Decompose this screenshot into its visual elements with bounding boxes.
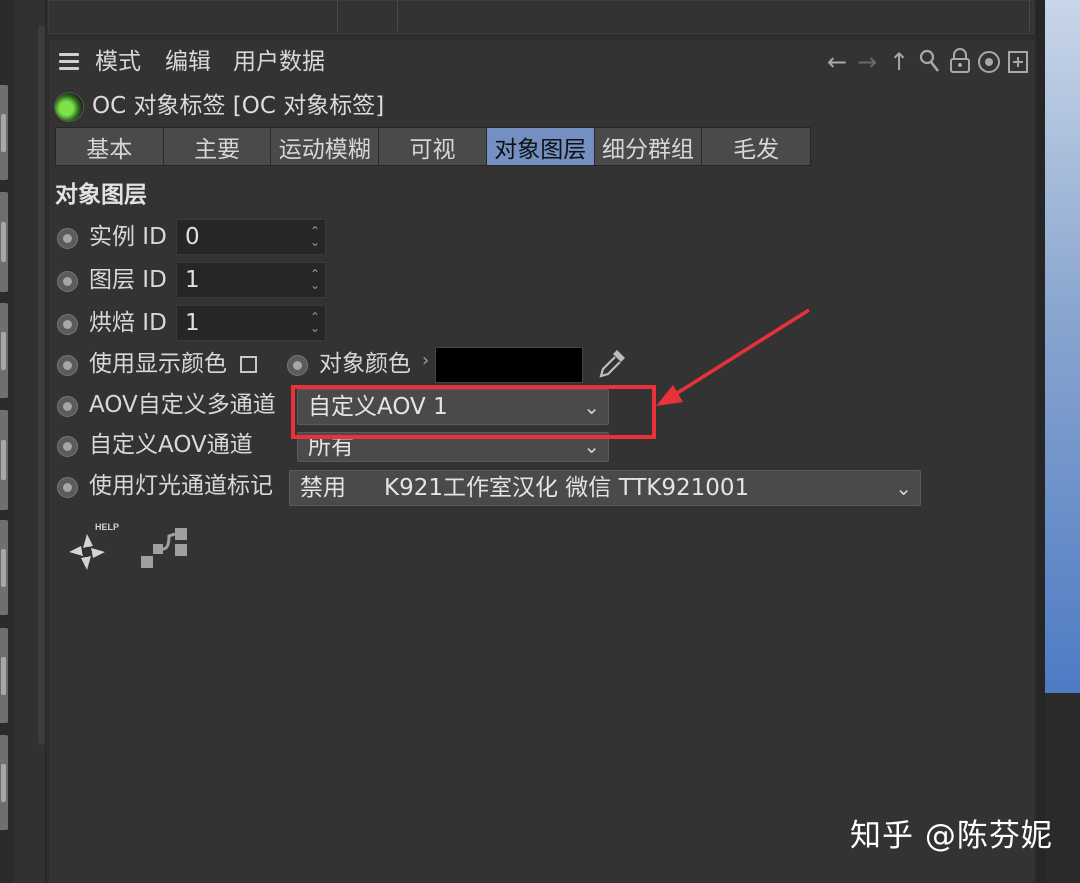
column-divider xyxy=(397,1,398,31)
chevron-down-icon: ⌄ xyxy=(895,476,912,500)
spinner-arrows-icon[interactable]: ⌃ ⌄ xyxy=(310,225,320,248)
add-panel-icon[interactable] xyxy=(1007,50,1029,74)
aov-custom-label: AOV自定义多通道 xyxy=(89,392,276,418)
thumbnail[interactable] xyxy=(0,192,8,292)
section-title: 对象图层 xyxy=(55,182,147,208)
arrow-left-icon[interactable]: ← xyxy=(827,49,847,75)
bake-id-label: 烘焙 ID xyxy=(89,310,167,336)
octane-help-icon[interactable]: HELP xyxy=(63,520,127,574)
light-pass-note: K921工作室汉化 微信 TTK921001 xyxy=(384,475,750,501)
arrow-up-icon[interactable]: ↑ xyxy=(889,49,909,75)
tab-hair[interactable]: 毛发 xyxy=(702,128,810,165)
thumbnail[interactable] xyxy=(0,520,8,615)
highlight-box xyxy=(291,385,656,439)
light-pass-label: 使用灯光通道标记 xyxy=(89,473,273,499)
layer-id-animate-radio[interactable] xyxy=(57,271,78,292)
menu-mode[interactable]: 模式 xyxy=(95,47,141,77)
thumbnail[interactable] xyxy=(0,628,8,723)
use-display-color-checkbox[interactable] xyxy=(240,356,257,373)
octane-tag-icon xyxy=(54,92,84,122)
tab-object-layer[interactable]: 对象图层 xyxy=(486,128,595,165)
object-color-label: 对象颜色 xyxy=(319,351,411,377)
viewport-preview xyxy=(1045,0,1080,693)
help-badge: HELP xyxy=(95,522,119,532)
light-pass-value: 禁用 xyxy=(300,475,346,501)
bake-id-field[interactable]: 1 ⌃ ⌄ xyxy=(176,305,326,341)
layer-id-label: 图层 ID xyxy=(89,267,167,293)
target-icon[interactable] xyxy=(977,50,1001,74)
left-panel-edge xyxy=(14,0,46,883)
menu-bar: 模式 编辑 用户数据 ← → ↑ xyxy=(49,40,1035,84)
custom-aov-channel-animate-radio[interactable] xyxy=(57,436,78,457)
bake-id-value: 1 xyxy=(185,310,200,336)
object-manager-panel xyxy=(48,0,1034,34)
tab-subdivision-group[interactable]: 细分群组 xyxy=(595,128,703,165)
spinner-arrows-icon[interactable]: ⌃ ⌄ xyxy=(310,268,320,291)
watermark: 知乎 @陈芬妮 xyxy=(850,818,1053,854)
left-thumbnail-strip xyxy=(0,0,14,883)
object-color-swatch[interactable] xyxy=(435,347,583,383)
use-display-color-label: 使用显示颜色 xyxy=(89,351,227,377)
attribute-manager: 模式 编辑 用户数据 ← → ↑ OC 对象标签 [OC 对象标签] 基本 主要… xyxy=(48,40,1034,883)
menu-user-data[interactable]: 用户数据 xyxy=(233,47,325,77)
eyedropper-icon[interactable] xyxy=(595,346,629,380)
light-pass-dropdown[interactable]: 禁用 K921工作室汉化 微信 TTK921001 ⌄ xyxy=(289,470,921,506)
tab-main[interactable]: 主要 xyxy=(164,128,272,165)
layer-id-field[interactable]: 1 ⌃ ⌄ xyxy=(176,262,326,298)
thumbnail[interactable] xyxy=(0,735,8,830)
hamburger-icon[interactable] xyxy=(59,53,79,70)
vertical-scrollbar[interactable] xyxy=(38,25,45,745)
light-pass-animate-radio[interactable] xyxy=(57,477,78,498)
tab-basic[interactable]: 基本 xyxy=(56,128,164,165)
tab-visibility[interactable]: 可视 xyxy=(379,128,487,165)
layer-id-value: 1 xyxy=(185,267,200,293)
thumbnail[interactable] xyxy=(0,410,8,510)
bake-id-animate-radio[interactable] xyxy=(57,314,78,335)
instance-id-field[interactable]: 0 ⌃ ⌄ xyxy=(176,219,326,255)
lock-icon[interactable] xyxy=(949,48,971,74)
instance-id-label: 实例 ID xyxy=(89,224,167,250)
instance-id-animate-radio[interactable] xyxy=(57,228,78,249)
column-divider xyxy=(1029,1,1030,31)
node-editor-icon[interactable] xyxy=(141,526,191,572)
arrow-right-icon[interactable]: → xyxy=(857,49,877,75)
column-divider xyxy=(337,1,338,31)
thumbnail[interactable] xyxy=(0,303,8,398)
object-color-animate-radio[interactable] xyxy=(287,355,308,376)
custom-aov-channel-label: 自定义AOV通道 xyxy=(89,432,253,458)
object-title: OC 对象标签 [OC 对象标签] xyxy=(92,93,385,119)
tab-motion-blur[interactable]: 运动模糊 xyxy=(271,128,380,165)
aov-custom-animate-radio[interactable] xyxy=(57,396,78,417)
search-icon[interactable] xyxy=(919,49,941,73)
use-display-color-animate-radio[interactable] xyxy=(57,355,78,376)
menu-edit[interactable]: 编辑 xyxy=(165,47,211,77)
thumbnail[interactable] xyxy=(0,85,8,180)
instance-id-value: 0 xyxy=(185,224,200,250)
tab-bar: 基本 主要 运动模糊 可视 对象图层 细分群组 毛发 xyxy=(55,127,811,166)
chevron-right-icon[interactable]: › xyxy=(422,350,429,371)
right-divider xyxy=(1036,0,1045,883)
spinner-arrows-icon[interactable]: ⌃ ⌄ xyxy=(310,311,320,334)
